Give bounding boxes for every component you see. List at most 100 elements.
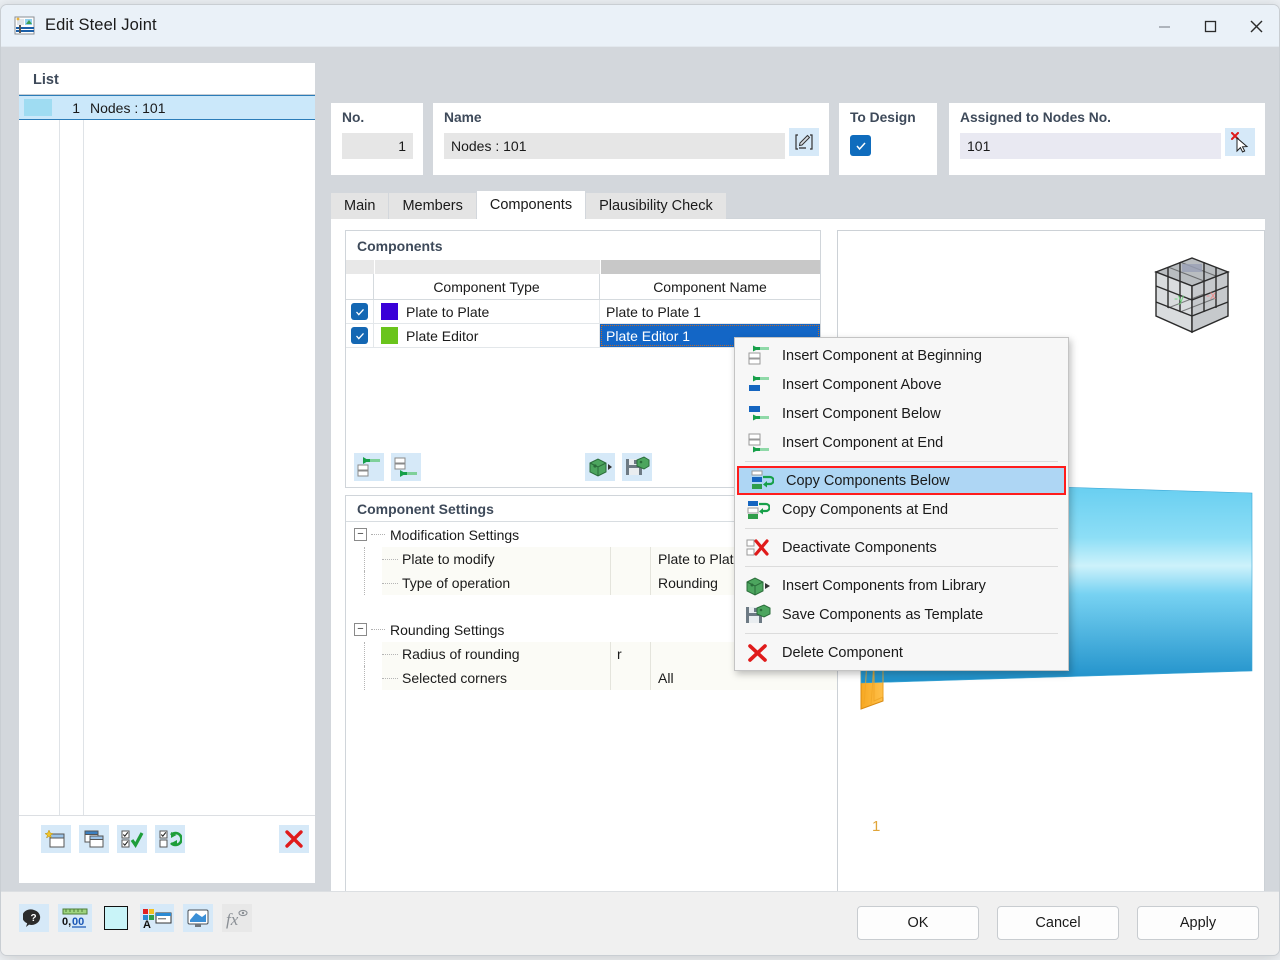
table-row[interactable]: Plate to Plate Plate to Plate 1 (346, 300, 820, 324)
menu-item-insert-components-from-library[interactable]: Insert Components from Library (735, 571, 1068, 600)
menu-item-save-components-as-template[interactable]: Save Components as Template (735, 600, 1068, 629)
library-box-icon (743, 575, 773, 597)
column-header-check (346, 274, 374, 299)
svg-text:A: A (143, 919, 151, 929)
components-table-header: Component Type Component Name (346, 274, 820, 300)
dialog-bottom-bar: ? 0, 00 A fx OK Cancel Apply (1, 891, 1279, 955)
check-all-icon[interactable] (117, 824, 147, 853)
view-cube[interactable]: -y -x (1142, 250, 1242, 342)
model-label: 1 (872, 818, 880, 835)
settings-row-label: Type of operation (402, 575, 511, 591)
no-input[interactable]: 1 (342, 133, 413, 159)
units-000-icon[interactable]: 0, 00 (58, 904, 92, 932)
copy-window-icon[interactable] (79, 824, 109, 853)
menu-item-label: Insert Component Above (782, 376, 942, 393)
list-color-swatch (24, 99, 52, 116)
list-item-index: 1 (72, 99, 80, 116)
list-body[interactable] (19, 120, 315, 861)
list-item[interactable]: 1 Nodes : 101 (19, 95, 315, 120)
component-color-swatch (381, 303, 398, 320)
viewcube-face-right: -x (1206, 288, 1216, 302)
window-controls (1141, 5, 1279, 47)
name-label: Name (444, 110, 482, 125)
to-design-checkbox[interactable] (850, 135, 871, 156)
list-item-label: Nodes : 101 (90, 99, 166, 116)
new-window-icon[interactable] (41, 824, 71, 853)
pick-cursor-icon[interactable] (1225, 128, 1255, 156)
help-bubble-icon[interactable]: ? (19, 904, 49, 932)
red-x-icon (743, 642, 773, 664)
name-field-panel: Name Nodes : 101 (433, 103, 829, 175)
red-x-icon[interactable] (279, 824, 309, 853)
insert-at-beginning-icon (743, 345, 773, 367)
edit-pencil-icon[interactable] (789, 128, 819, 156)
menu-item-label: Insert Component Below (782, 405, 941, 422)
collapse-icon[interactable]: − (354, 623, 367, 636)
fx-icon[interactable]: fx (222, 904, 252, 932)
insert-below-icon[interactable] (391, 453, 421, 481)
component-settings-title: Component Settings (357, 500, 494, 517)
to-design-label: To Design (850, 110, 916, 125)
settings-row-symbol: r (610, 642, 650, 666)
insert-at-end-icon (743, 432, 773, 454)
menu-item-copy-components-below[interactable]: Copy Components Below (737, 466, 1066, 495)
menu-item-insert-component-above[interactable]: Insert Component Above (735, 370, 1068, 399)
apply-button[interactable]: Apply (1137, 906, 1259, 940)
menu-item-deactivate-components[interactable]: Deactivate Components (735, 533, 1068, 562)
edit-steel-joint-dialog: Edit Steel Joint List 1 Nodes : 101 No. … (0, 4, 1280, 956)
row-component-name[interactable]: Plate to Plate 1 (600, 300, 820, 323)
menu-separator (745, 461, 1058, 462)
settings-row-symbol (610, 571, 650, 595)
name-input[interactable]: Nodes : 101 (444, 133, 785, 159)
menu-item-insert-component-at-beginning[interactable]: Insert Component at Beginning (735, 341, 1068, 370)
tab-plausibility-check[interactable]: Plausibility Check (586, 193, 726, 219)
cancel-button[interactable]: Cancel (997, 906, 1119, 940)
menu-separator (745, 528, 1058, 529)
menu-item-label: Insert Component at Beginning (782, 347, 982, 364)
minimize-button[interactable] (1141, 5, 1187, 47)
insert-above-icon[interactable] (354, 453, 384, 481)
steel-joint-icon (14, 15, 36, 37)
color-swatch-icon[interactable] (101, 904, 131, 932)
svg-text:0,: 0, (62, 916, 71, 928)
components-filter-bar (346, 260, 820, 274)
settings-row-symbol (610, 666, 650, 690)
settings-row-label-wrap: Type of operation (382, 571, 610, 595)
row-checkbox[interactable] (346, 324, 374, 347)
menu-item-insert-component-at-end[interactable]: Insert Component at End (735, 428, 1068, 457)
menu-item-label: Delete Component (782, 644, 903, 661)
menu-item-label: Save Components as Template (782, 606, 984, 623)
row-component-type-label: Plate Editor (406, 327, 479, 344)
menu-item-insert-component-below[interactable]: Insert Component Below (735, 399, 1068, 428)
menu-separator (745, 633, 1058, 634)
row-checkbox[interactable] (346, 300, 374, 323)
render-screen-icon[interactable] (183, 904, 213, 932)
collapse-icon[interactable]: − (354, 528, 367, 541)
library-box-icon[interactable] (585, 453, 615, 481)
save-template-icon[interactable] (622, 453, 652, 481)
menu-item-delete-component[interactable]: Delete Component (735, 638, 1068, 667)
menu-item-label: Copy Components at End (782, 501, 949, 518)
settings-row-symbol (610, 547, 650, 571)
assigned-nodes-input[interactable]: 101 (960, 133, 1221, 159)
settings-row-label-wrap: Plate to modify (382, 547, 610, 571)
dialog-action-buttons: OK Cancel Apply (857, 906, 1259, 940)
row-component-type-label: Plate to Plate (406, 303, 490, 320)
close-button[interactable] (1233, 5, 1279, 47)
maximize-button[interactable] (1187, 5, 1233, 47)
display-properties-icon[interactable]: A (140, 904, 174, 932)
list-header: List (33, 72, 59, 88)
column-header-component-type: Component Type (374, 274, 600, 299)
settings-row-label: Plate to modify (402, 551, 495, 567)
tab-main[interactable]: Main (331, 193, 389, 219)
save-template-icon (743, 603, 773, 626)
assigned-nodes-label: Assigned to Nodes No. (960, 110, 1112, 125)
tab-components[interactable]: Components (476, 191, 586, 219)
invert-check-icon[interactable] (155, 824, 185, 853)
menu-item-copy-components-at-end[interactable]: Copy Components at End (735, 495, 1068, 524)
tab-members[interactable]: Members (389, 193, 476, 219)
assigned-nodes-panel: Assigned to Nodes No. 101 (949, 103, 1265, 175)
row-component-type: Plate to Plate (374, 300, 600, 323)
ok-button[interactable]: OK (857, 906, 979, 940)
insert-below-icon (743, 403, 773, 425)
